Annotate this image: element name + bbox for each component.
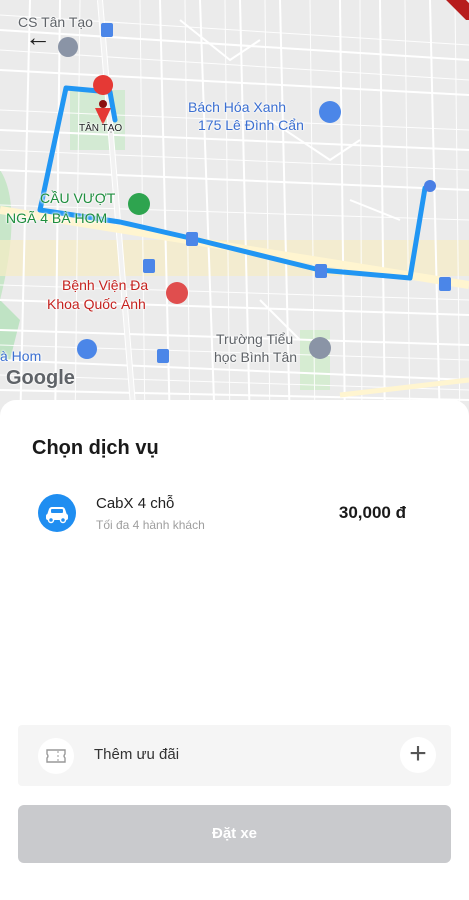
back-arrow-icon[interactable]: ← [22,22,54,54]
promo-row[interactable]: Thêm ưu đãi + [18,725,451,786]
map-view[interactable]: CS Tân Tạo TÂN TẠO Bách Hóa Xanh 175 Lê … [0,0,469,430]
service-option-cabx[interactable]: CabX 4 chỗ Tối đa 4 hành khách 30,000 đ [20,478,450,548]
map-label-tan-tao: TÂN TẠO [79,123,123,134]
map-label-cau-vuot-line2: NGÃ 4 BÀ HOM [6,210,108,226]
map-label-truong-line2: học Bình Tân [214,349,298,365]
debug-banner [433,0,469,20]
map-label-cau-vuot-line1: CẦU VƯỢT [40,190,116,206]
plus-icon[interactable]: + [400,737,436,773]
map-label-benh-vien-line1: Bệnh Viện Đa [62,277,149,293]
service-sheet: Chọn dịch vụ CabX 4 chỗ Tối đa 4 hành kh… [0,400,469,900]
sheet-title: Chọn dịch vụ [32,437,159,459]
map-label-bach-hoa-line1: Bách Hóa Xanh [188,99,287,115]
map-label-benh-vien-line2: Khoa Quốc Ánh [47,296,146,312]
service-price: 30,000 đ [338,503,406,522]
google-logo: Google [6,367,75,389]
car-icon [38,494,76,532]
map-label-bach-hoa-line2: 175 Lê Đình Cẩn [198,117,304,133]
map-label-ba-hom: à Hom [0,348,42,364]
map-label-truong-line1: Trường Tiểu [216,331,294,347]
coupon-icon [38,738,74,774]
service-name: CabX 4 chỗ [96,495,175,512]
book-ride-button[interactable]: Đặt xe [18,805,451,863]
promo-label: Thêm ưu đãi [94,746,180,763]
service-capacity: Tối đa 4 hành khách [96,518,205,532]
